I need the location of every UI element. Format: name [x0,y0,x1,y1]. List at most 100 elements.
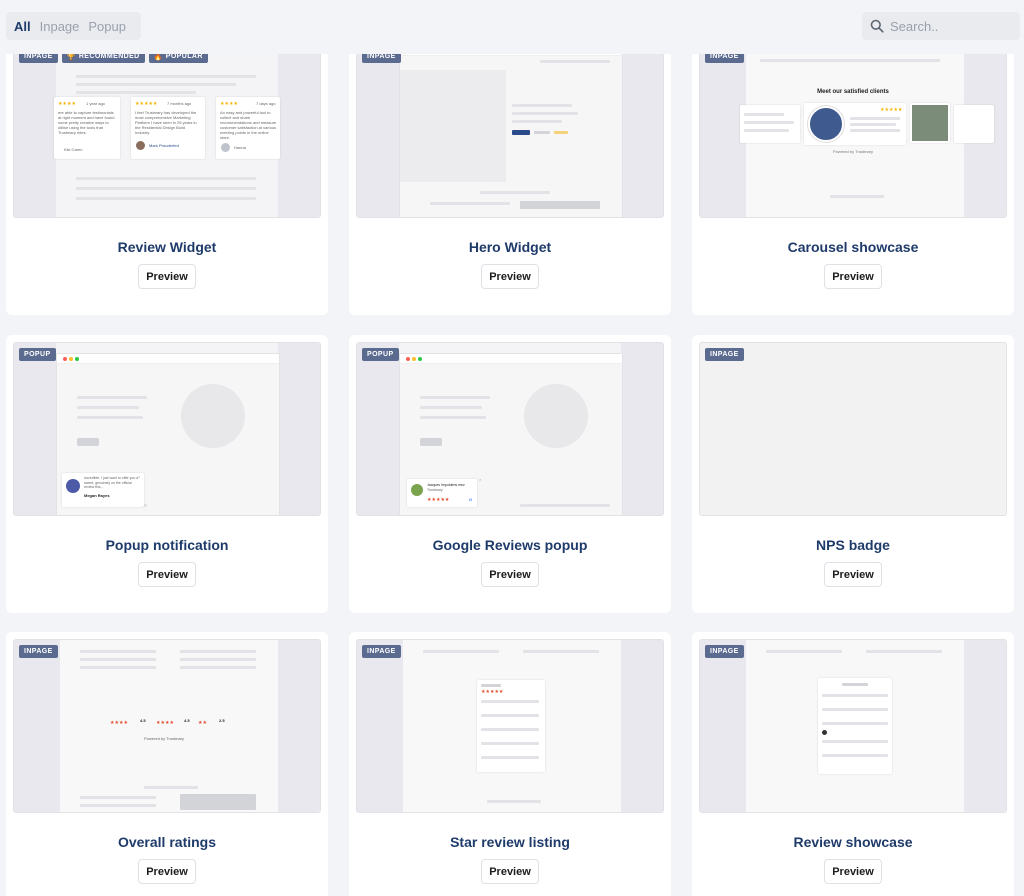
thumb-line [420,416,486,419]
preview-button[interactable]: Preview [138,562,196,587]
hero-cta [512,130,530,135]
thumb-line [766,650,842,653]
thumb-line [512,104,572,107]
popup-badge: POPUP [362,348,399,361]
browser-mockup [399,45,623,217]
preview-button[interactable]: Preview [824,264,882,289]
preview-button[interactable]: Preview [824,562,882,587]
thumb-line [744,121,794,124]
thumb-line [554,131,568,134]
reviewer-avatar [136,141,145,150]
card-thumbnail[interactable]: ★★★★ 1 year ago ere able to capture test… [13,44,321,218]
filter-tabs: All Inpage Popup [6,12,141,40]
thumb-line [420,438,442,446]
thumb-line [481,728,539,731]
thumb-side [357,45,399,217]
card-thumbnail[interactable]: ★★★★ 4.5 ★★★★ 4.5 ★★ 2.5 Powered by Trus… [13,639,321,813]
thumb-line [76,177,256,180]
rating-stars: ★★★★ [220,101,238,107]
thumb-line [80,658,156,661]
template-card-review-widget: ★★★★ 1 year ago ere able to capture test… [6,37,328,315]
thumb-line [481,756,539,759]
thumb-line [480,191,550,194]
card-title: Review showcase [793,834,913,850]
filter-inpage[interactable]: Inpage [39,19,81,34]
close-icon[interactable]: × [479,477,481,482]
close-icon[interactable]: × [138,474,140,479]
thumb-line [842,683,868,686]
rating-score: 4.5 [140,718,146,723]
card-thumbnail[interactable]: ★★★★★ INPAGE [356,639,664,813]
thumb-line [481,742,539,745]
review-date: 1 year ago [86,101,105,106]
rating-stars: ★★★★★ [427,497,450,503]
dot [69,357,73,361]
card-title: Carousel showcase [787,239,919,255]
card-thumbnail[interactable]: Jacques Impuldens mez Trustmary ★★★★★ G … [356,342,664,516]
thumb-side [357,343,399,515]
ratings-powered-by: Powered by Trustmary [144,736,185,741]
search-icon [870,19,884,33]
google-icon: G [469,497,473,502]
preview-button[interactable]: Preview [481,562,539,587]
thumb-line [423,650,499,653]
thumb-line [850,123,896,126]
preview-button[interactable]: Preview [481,264,539,289]
preview-button[interactable]: Preview [824,859,882,884]
thumb-line [80,650,156,653]
rating-stars: ★★★★ [58,101,76,107]
preview-button[interactable]: Preview [138,264,196,289]
card-thumbnail[interactable]: Incredible. I just want to offer you a s… [13,342,321,516]
thumb-side [278,343,320,515]
card-title: Review Widget [117,239,217,255]
card-title: Overall ratings [117,834,217,850]
top-bar: All Inpage Popup [0,0,1024,54]
hero-circle [181,384,245,448]
preview-button[interactable]: Preview [481,859,539,884]
thumb-line [80,666,156,669]
rating-stars: ★★★★ [110,720,128,726]
thumb-line [180,650,256,653]
thumb-line [481,684,501,687]
client-photo [912,105,948,141]
popup-brand: Trustmary [427,488,443,492]
template-card-hero-widget: INPAGE Hero Widget Preview [349,37,671,315]
thumb-line [420,406,482,409]
thumb-line [180,666,256,669]
template-card-popup-notification: Incredible. I just want to offer you a s… [6,335,328,613]
thumb-line [512,112,578,115]
preview-button[interactable]: Preview [138,859,196,884]
review-text: I feel Trustmary has developed the most … [135,110,197,135]
filter-popup[interactable]: Popup [87,19,127,34]
search-input[interactable] [890,18,1010,34]
reviewer-avatar [221,143,230,152]
filter-all[interactable]: All [13,19,32,34]
badge-label: RECOMMENDED [78,53,140,60]
thumb-line [850,117,900,120]
thumb-line [80,796,156,799]
card-thumbnail[interactable]: INPAGE [356,44,664,218]
inpage-badge: INPAGE [705,645,744,658]
template-card-carousel-showcase: Meet our satisfied clients ★★★★★ Powered… [692,37,1014,315]
hero-image-block [400,70,506,182]
card-thumbnail[interactable]: INPAGE [699,342,1007,516]
google-review-popup: Jacques Impuldens mez Trustmary ★★★★★ G [407,479,477,507]
thumb-line [822,754,888,757]
thumb-line [76,91,196,94]
client-photo [808,106,844,142]
thumb-line [144,786,198,789]
thumb-line [744,113,784,116]
rating-score: 2.5 [219,718,225,723]
template-card-google-reviews-popup: Jacques Impuldens mez Trustmary ★★★★★ G … [349,335,671,613]
thumb-line [180,658,256,661]
popup-notification: Incredible. I just want to offer you a s… [62,473,144,507]
badge-group: INPAGE [705,348,744,361]
template-card-nps-badge: INPAGE NPS badge Preview [692,335,1014,613]
card-thumbnail[interactable]: Meet our satisfied clients ★★★★★ Powered… [699,44,1007,218]
badge-group: POPUP [19,348,56,361]
reviewer-name: Megan Rayes [84,493,110,498]
dot [63,357,67,361]
thumb-side [14,45,56,217]
search-box [862,12,1020,40]
card-thumbnail[interactable]: INPAGE [699,639,1007,813]
